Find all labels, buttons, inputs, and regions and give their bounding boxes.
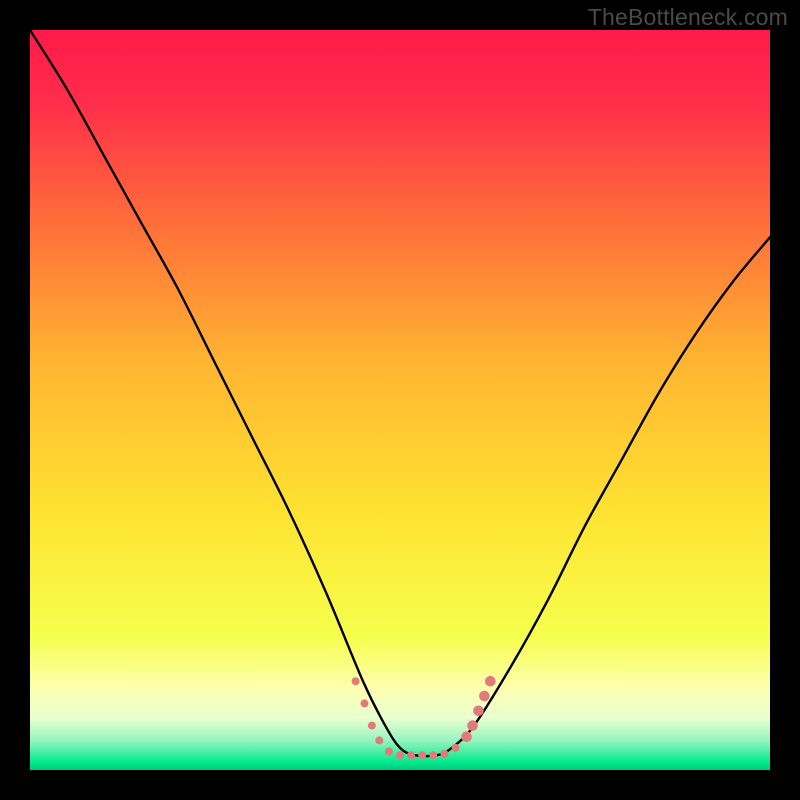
curve-marker (452, 744, 460, 752)
curve-marker (440, 750, 448, 758)
curve-marker (429, 751, 437, 759)
curve-marker (375, 736, 383, 744)
chart-background (30, 30, 770, 770)
chart-canvas (30, 30, 770, 770)
curve-marker (479, 691, 490, 702)
outer-frame: TheBottleneck.com (0, 0, 800, 800)
curve-marker (396, 751, 404, 759)
curve-marker (418, 751, 426, 759)
watermark-text: TheBottleneck.com (588, 4, 788, 31)
curve-marker (360, 699, 368, 707)
curve-marker (368, 722, 376, 730)
curve-marker (461, 731, 472, 742)
curve-marker (407, 751, 415, 759)
curve-marker (467, 720, 478, 731)
curve-marker (473, 706, 484, 717)
curve-marker (385, 748, 393, 756)
curve-marker (352, 677, 360, 685)
plot-area (30, 30, 770, 770)
curve-marker (485, 676, 496, 687)
